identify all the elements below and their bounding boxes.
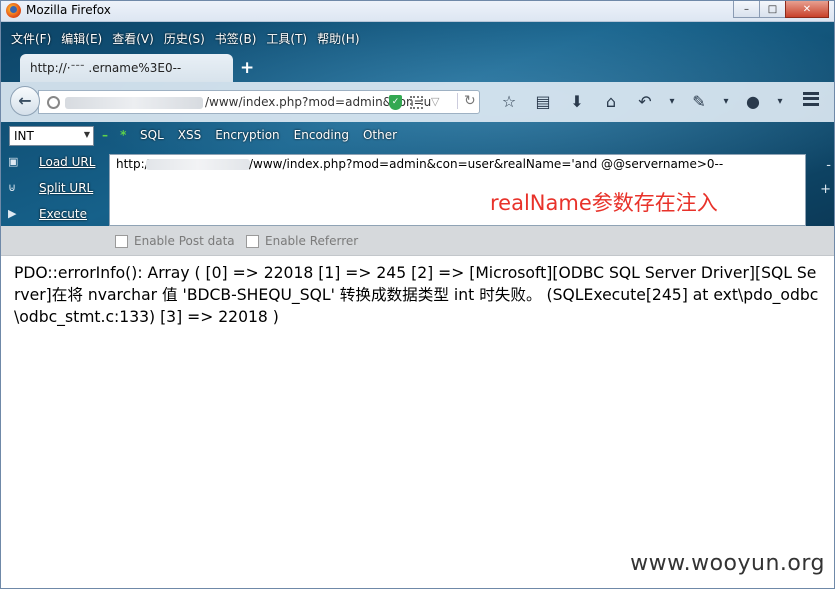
back-button[interactable]: ← (10, 86, 40, 116)
enable-post-data-label: Enable Post data (134, 234, 235, 248)
enable-post-data-checkbox[interactable] (115, 235, 128, 248)
hackbar-menu-encoding[interactable]: Encoding (294, 128, 349, 142)
extension-icon[interactable]: ✎ (682, 92, 716, 112)
load-url-label: Load URL (39, 155, 96, 169)
hackbar-menu-xss[interactable]: XSS (178, 128, 201, 142)
menu-edit[interactable]: 编辑(E) (56, 28, 107, 48)
enable-referrer-checkbox[interactable] (246, 235, 259, 248)
execute-icon: ▶ (8, 207, 17, 220)
injection-annotation: realName参数存在注入 (490, 191, 718, 215)
hackbar-menu-other[interactable]: Other (363, 128, 397, 142)
navigation-toolbar: /www/index.php?mod=admin&con=u ✓ ▽ ↻ ← ☆… (0, 82, 835, 122)
split-url-icon: ⊍ (8, 181, 17, 194)
chevron-down-icon[interactable]: ▽ (431, 95, 439, 108)
chevron-down-icon[interactable]: ▾ (716, 92, 736, 112)
shield-check-icon[interactable]: ✓ (389, 95, 402, 110)
window-controls: – □ ✕ (733, 0, 829, 18)
hackbar-menu-sql[interactable]: SQL (140, 128, 164, 142)
hackbar-url-textarea[interactable]: http:// /www/index.php?mod=admin&con=use… (109, 154, 806, 226)
hackbar-type-select[interactable]: INT (9, 126, 94, 146)
hackbar-actions: ▣ Load URL ⊍ Split URL ▶ Execute (0, 152, 108, 226)
hackbar-toolbar: INT – * SQL XSS Encryption Encoding Othe… (0, 126, 835, 148)
chevron-down-icon[interactable]: ▾ (770, 92, 790, 112)
tab-bar: http://·ᐨᐨᐨ .ername%3E0-- + (0, 54, 835, 82)
menubar: 文件(F) 编辑(E) 查看(V) 历史(S) 书签(B) 工具(T) 帮助(H… (0, 28, 365, 48)
window-titlebar: Mozilla Firefox – □ ✕ (0, 0, 835, 22)
hackbar-options-bar: Enable Post data Enable Referrer (0, 226, 835, 256)
undo-arrow-icon[interactable]: ↶ (628, 92, 662, 112)
hackbar-menu-encryption[interactable]: Encryption (215, 128, 279, 142)
browser-chrome: 文件(F) 编辑(E) 查看(V) 历史(S) 书签(B) 工具(T) 帮助(H… (0, 22, 835, 226)
firefox-logo-icon (6, 3, 21, 18)
redacted-host (65, 97, 203, 109)
menu-view[interactable]: 查看(V) (107, 28, 159, 48)
active-tab[interactable]: http://·ᐨᐨᐨ .ername%3E0-- (20, 54, 233, 82)
hackbar-marks[interactable]: – * (102, 128, 130, 142)
execute-button[interactable]: ▶ Execute (8, 204, 108, 226)
clipboard-icon[interactable]: ▤ (526, 92, 560, 112)
hackbar-url-end: /www/index.php?mod=admin&con=user&realNa… (249, 157, 724, 171)
maximize-button[interactable]: □ (759, 0, 786, 18)
address-bar[interactable]: /www/index.php?mod=admin&con=u ✓ ▽ ↻ (38, 90, 480, 114)
menu-bookmarks[interactable]: 书签(B) (210, 28, 262, 48)
hamburger-menu-icon[interactable] (803, 92, 819, 106)
window-title: Mozilla Firefox (26, 3, 111, 17)
home-icon[interactable]: ⌂ (594, 92, 628, 112)
toolbar-icons: ☆ ▤ ⬇ ⌂ ↶ ▾ ✎ ▾ ● ▾ (492, 92, 790, 112)
menu-file[interactable]: 文件(F) (6, 28, 56, 48)
globe-icon (47, 96, 60, 109)
new-tab-button[interactable]: + (240, 58, 254, 78)
close-button[interactable]: ✕ (785, 0, 829, 18)
chevron-down-icon[interactable]: ▾ (662, 92, 682, 112)
menu-tools[interactable]: 工具(T) (261, 28, 312, 48)
split-url-label: Split URL (39, 181, 94, 195)
ball-icon[interactable]: ● (736, 92, 770, 112)
watermark: www.wooyun.org (630, 551, 825, 576)
qr-code-icon[interactable] (410, 96, 423, 109)
menu-help[interactable]: 帮助(H) (312, 28, 364, 48)
redacted-host (146, 159, 250, 170)
expand-button[interactable]: + (820, 182, 831, 197)
split-url-button[interactable]: ⊍ Split URL (8, 178, 108, 200)
load-url-icon: ▣ (8, 155, 19, 168)
reload-icon[interactable]: ↻ (457, 93, 476, 109)
shrink-button[interactable]: - (826, 158, 831, 173)
menu-history[interactable]: 历史(S) (159, 28, 210, 48)
load-url-button[interactable]: ▣ Load URL (8, 152, 108, 174)
execute-label: Execute (39, 207, 87, 221)
hackbar-menu: SQL XSS Encryption Encoding Other (140, 128, 397, 142)
page-error-text: PDO::errorInfo(): Array ( [0] => 22018 [… (14, 264, 819, 326)
download-arrow-icon[interactable]: ⬇ (560, 92, 594, 112)
minimize-button[interactable]: – (733, 0, 760, 18)
star-icon[interactable]: ☆ (492, 92, 526, 112)
enable-referrer-label: Enable Referrer (265, 234, 359, 248)
